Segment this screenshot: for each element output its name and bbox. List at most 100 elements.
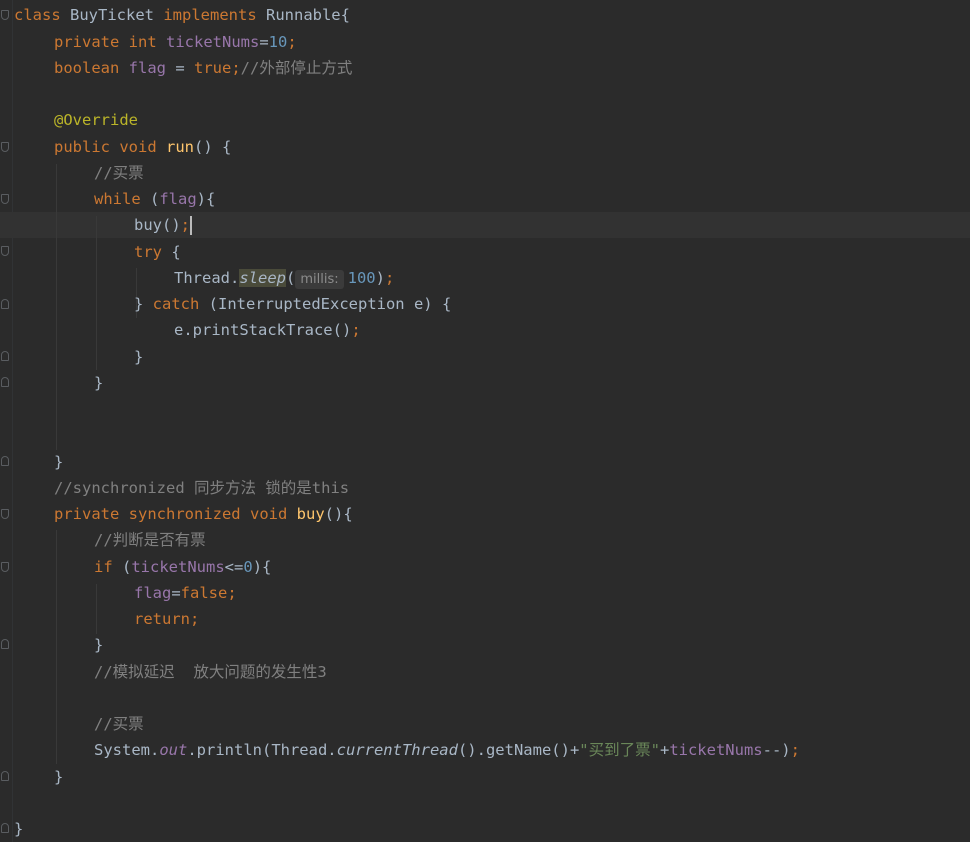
code-line-run-decl[interactable]: public void run() { xyxy=(54,134,231,160)
field-name: ticketNums xyxy=(166,33,260,51)
code-editor[interactable]: class BuyTicket implements Runnable{ pri… xyxy=(0,0,970,842)
indent-guide xyxy=(56,530,57,764)
code-line-brace[interactable]: } xyxy=(94,632,103,658)
code-line-brace[interactable]: } xyxy=(54,449,63,475)
keyword: void xyxy=(240,505,297,523)
punctuation: (InterruptedException e) { xyxy=(199,295,452,313)
class-name: BuyTicket xyxy=(60,6,164,24)
brace: } xyxy=(94,636,104,654)
comment: //判断是否有票 xyxy=(94,531,206,549)
code-line-if[interactable]: if (ticketNums<=0){ xyxy=(94,554,271,580)
punctuation: ( xyxy=(140,190,160,208)
indent-guide xyxy=(96,584,97,634)
fold-marker-icon[interactable] xyxy=(1,142,9,152)
keyword: while xyxy=(94,190,141,208)
code-line-field-ticketnums[interactable]: private int ticketNums=10; xyxy=(54,29,297,55)
brace: } xyxy=(54,453,64,471)
comment: //买票 xyxy=(94,715,144,733)
punctuation: (){ xyxy=(324,505,353,523)
brace: } xyxy=(134,295,153,313)
method-call: .println(Thread. xyxy=(187,741,337,759)
punctuation: { xyxy=(162,243,181,261)
code-line-while[interactable]: while (flag){ xyxy=(94,186,215,212)
field-name: ticketNums xyxy=(669,741,763,759)
fold-marker-icon[interactable] xyxy=(1,509,9,519)
code-line-return[interactable]: return; xyxy=(134,606,199,632)
fold-marker-icon[interactable] xyxy=(1,823,9,833)
indent-guide xyxy=(56,164,57,450)
field-name: ticketNums xyxy=(131,558,225,576)
number-literal: 10 xyxy=(268,33,288,51)
code-line-comment[interactable]: //判断是否有票 xyxy=(94,527,206,553)
code-line-class-decl[interactable]: class BuyTicket implements Runnable{ xyxy=(14,2,350,28)
brace: } xyxy=(14,820,24,838)
punctuation: ( xyxy=(112,558,132,576)
code-line-comment[interactable]: //买票 xyxy=(94,160,144,186)
field-name: flag xyxy=(119,59,166,77)
operator: <= xyxy=(224,558,244,576)
code-line-buy-decl[interactable]: private synchronized void buy(){ xyxy=(54,501,353,527)
static-field: out xyxy=(159,741,188,759)
keyword: private xyxy=(54,505,120,523)
code-line-sleep[interactable]: Thread.sleep(millis: 100); xyxy=(174,265,394,291)
field-name: flag xyxy=(134,584,172,602)
method-call: e.printStackTrace() xyxy=(174,321,352,339)
semicolon: ; xyxy=(227,584,237,602)
fold-marker-icon[interactable] xyxy=(1,194,9,204)
code-line-brace[interactable]: } xyxy=(94,370,103,396)
fold-marker-icon[interactable] xyxy=(1,299,9,309)
method-call: ().getName()+ xyxy=(457,741,580,759)
code-line-set-flag[interactable]: flag=false; xyxy=(134,580,237,606)
comment: //模拟延迟 放大问题的发生性3 xyxy=(94,663,327,681)
method-name: run xyxy=(166,138,194,156)
keyword: true xyxy=(194,59,232,77)
fold-marker-icon[interactable] xyxy=(1,456,9,466)
keyword: try xyxy=(134,243,162,261)
number-literal: 0 xyxy=(243,558,253,576)
string-literal: "买到了票" xyxy=(579,741,660,759)
fold-marker-icon[interactable] xyxy=(1,639,9,649)
fold-marker-icon[interactable] xyxy=(1,246,9,256)
semicolon: ; xyxy=(351,321,361,339)
punctuation: () { xyxy=(194,138,232,156)
indent-guide xyxy=(96,216,97,370)
method-call: buy() xyxy=(134,216,181,234)
fold-marker-icon[interactable] xyxy=(1,10,9,20)
keyword: boolean xyxy=(54,59,120,77)
semicolon: ; xyxy=(790,741,800,759)
fold-marker-icon[interactable] xyxy=(1,562,9,572)
punctuation: ) xyxy=(375,269,385,287)
keyword: class xyxy=(14,6,61,24)
class-reference: System. xyxy=(94,741,160,759)
code-line-catch[interactable]: } catch (InterruptedException e) { xyxy=(134,291,451,317)
comment: //买票 xyxy=(94,164,144,182)
code-line-annotation[interactable]: @Override xyxy=(54,107,138,133)
code-line-comment[interactable]: //synchronized 同步方法 锁的是this xyxy=(54,475,349,501)
operator: = xyxy=(259,33,269,51)
code-line-buy-call[interactable]: buy(); xyxy=(134,212,193,238)
semicolon: ; xyxy=(384,269,395,287)
punctuation: ){ xyxy=(252,558,272,576)
fold-marker-icon[interactable] xyxy=(1,377,9,387)
keyword: private xyxy=(54,33,120,51)
code-line-comment[interactable]: //买票 xyxy=(94,711,144,737)
code-line-try[interactable]: try { xyxy=(134,239,181,265)
operator: --) xyxy=(762,741,791,759)
semicolon: ; xyxy=(231,59,241,77)
fold-marker-icon[interactable] xyxy=(1,771,9,781)
parameter-hint: millis: xyxy=(295,270,344,289)
code-line-comment[interactable]: //模拟延迟 放大问题的发生性3 xyxy=(94,659,327,685)
code-line-brace[interactable]: } xyxy=(134,344,143,370)
code-line-brace[interactable]: } xyxy=(14,816,23,842)
code-line-printstacktrace[interactable]: e.printStackTrace(); xyxy=(174,317,361,343)
keyword: return xyxy=(134,610,190,628)
code-line-brace[interactable]: } xyxy=(54,764,63,790)
brace: } xyxy=(94,374,104,392)
semicolon: ; xyxy=(180,216,191,234)
fold-marker-icon[interactable] xyxy=(1,351,9,361)
static-method-name: currentThread xyxy=(336,741,458,759)
code-line-println[interactable]: System.out.println(Thread.currentThread(… xyxy=(94,737,800,763)
annotation: @Override xyxy=(54,111,138,129)
code-line-field-flag[interactable]: boolean flag = true;//外部停止方式 xyxy=(54,55,352,81)
semicolon: ; xyxy=(287,33,297,51)
